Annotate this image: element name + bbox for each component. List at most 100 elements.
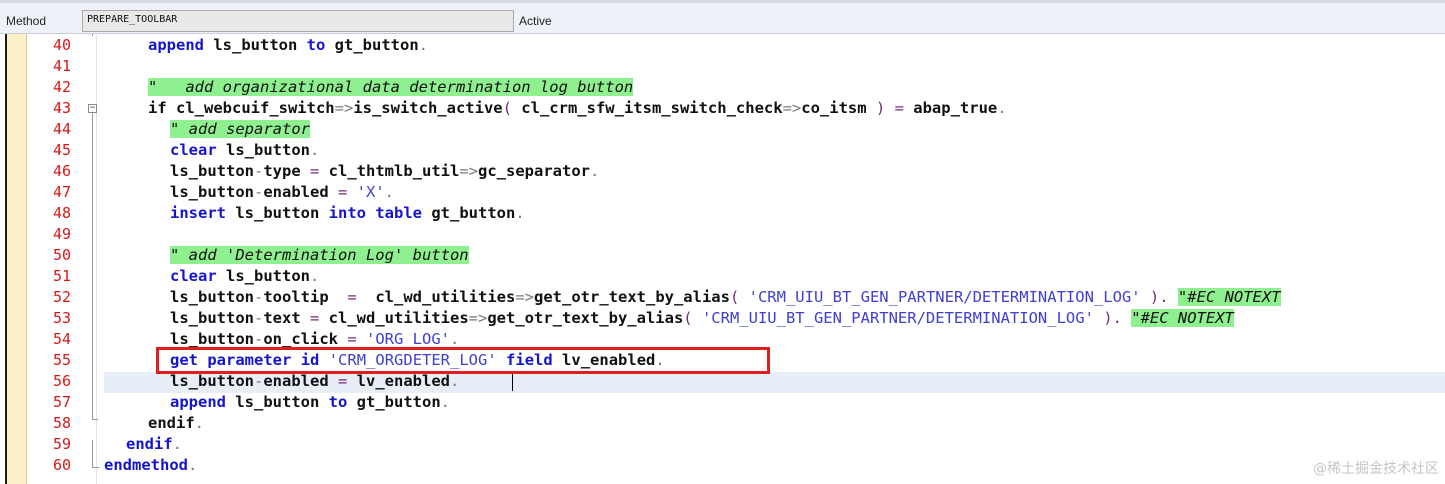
identifier: gt_button bbox=[347, 393, 441, 411]
identifier: on_click bbox=[263, 330, 338, 348]
line-number: 45 bbox=[52, 141, 71, 159]
status-label: Active bbox=[519, 14, 552, 28]
code-line-42: " add organizational data determination … bbox=[148, 77, 634, 98]
code-line-58: endif. bbox=[148, 413, 204, 434]
paren: ). bbox=[1093, 309, 1132, 327]
identifier: tooltip bbox=[263, 288, 329, 306]
string-literal: 'ORG_LOG' bbox=[366, 330, 450, 348]
code-line-43: if cl_webcuif_switch=>is_switch_active( … bbox=[148, 98, 1007, 119]
code-line-53: ls_button-text = cl_wd_utilities=>get_ot… bbox=[170, 308, 1234, 329]
method-header: Method PREPARE_TOOLBAR Active bbox=[0, 0, 1445, 34]
annotation-highlight-box bbox=[156, 347, 770, 374]
comment: " add 'Determination Log' button bbox=[170, 246, 469, 264]
code-line-51: clear ls_button. bbox=[170, 266, 319, 287]
identifier: co_itsm bbox=[801, 99, 876, 117]
punctuation: . bbox=[310, 141, 320, 159]
punctuation: . bbox=[450, 330, 460, 348]
identifier: ls_button bbox=[170, 162, 254, 180]
identifier: ls_button bbox=[216, 141, 310, 159]
identifier: ls_button bbox=[170, 288, 254, 306]
line-number: 52 bbox=[52, 288, 71, 306]
line-number: 60 bbox=[52, 456, 71, 474]
operator: => bbox=[334, 99, 354, 117]
breakpoint-gutter[interactable] bbox=[7, 34, 27, 484]
punctuation: . bbox=[450, 372, 460, 390]
string-literal: 'X' bbox=[356, 183, 385, 201]
identifier: ls_button bbox=[204, 36, 307, 54]
string-literal: 'CRM_UIU_BT_GEN_PARTNER/DETERMINATION_LO… bbox=[701, 309, 1094, 327]
operator: => bbox=[459, 162, 478, 180]
pragma-comment: "#EC NOTEXT bbox=[1131, 309, 1234, 327]
fold-guide-outer bbox=[92, 440, 93, 468]
punctuation: . bbox=[188, 456, 198, 474]
line-number: 55 bbox=[52, 351, 71, 369]
paren: ( bbox=[729, 288, 749, 306]
keyword: table bbox=[375, 204, 422, 222]
line-number: 49 bbox=[52, 225, 71, 243]
method-name-field[interactable]: PREPARE_TOOLBAR bbox=[82, 10, 514, 32]
punctuation: . bbox=[997, 99, 1007, 117]
operator: => bbox=[468, 309, 488, 327]
comment: " add separator bbox=[170, 120, 310, 138]
code-text-area[interactable]: append ls_button to gt_button. " add org… bbox=[96, 34, 1445, 484]
code-line-52: ls_button-tooltip = cl_wd_utilities=>get… bbox=[170, 287, 1281, 308]
paren: ( bbox=[683, 309, 702, 327]
identifier: ls_button bbox=[226, 393, 329, 411]
code-line-60: endmethod. bbox=[104, 455, 197, 476]
fold-column bbox=[74, 34, 97, 484]
operator: = bbox=[300, 309, 329, 327]
line-number: 54 bbox=[52, 330, 71, 348]
identifier: get_otr_text_by_alias bbox=[534, 288, 730, 306]
operator: => bbox=[515, 288, 534, 306]
operator: = bbox=[300, 162, 329, 180]
code-line-50: " add 'Determination Log' button bbox=[170, 245, 469, 266]
identifier: ls_button bbox=[170, 330, 254, 348]
keyword: append bbox=[148, 36, 204, 54]
keyword: endif bbox=[126, 435, 173, 453]
keyword: to bbox=[306, 36, 326, 54]
line-number: 43 bbox=[52, 99, 71, 117]
identifier: ls_button bbox=[170, 183, 254, 201]
line-number: 57 bbox=[52, 393, 71, 411]
operator: = bbox=[328, 372, 357, 390]
identifier: cl_thtmlb_util bbox=[328, 162, 460, 180]
line-number: 56 bbox=[52, 372, 71, 390]
punctuation: . bbox=[384, 183, 395, 201]
identifier: abap_true bbox=[913, 99, 998, 117]
keyword: to bbox=[328, 393, 348, 411]
identifier: cl_wd_utilities bbox=[375, 288, 516, 306]
operator: - bbox=[254, 162, 264, 180]
line-number: 47 bbox=[52, 183, 71, 201]
pragma-comment: "#EC NOTEXT bbox=[1177, 288, 1281, 306]
identifier: gt_button bbox=[325, 36, 419, 54]
identifier: if cl_webcuif_switch bbox=[148, 99, 335, 117]
operator: - bbox=[254, 309, 264, 327]
code-editor[interactable]: 40 41 42 43 44 45 46 47 48 49 50 51 52 5… bbox=[0, 34, 1445, 484]
keyword: into bbox=[328, 204, 366, 222]
identifier: cl_crm_sfw_itsm_switch_check bbox=[511, 99, 783, 117]
identifier: ls_button bbox=[170, 372, 254, 390]
paren: ). bbox=[1140, 288, 1178, 306]
identifier: cl_wd_utilities bbox=[328, 309, 469, 327]
watermark: @稀土掘金技术社区 bbox=[1313, 461, 1439, 477]
punctuation: . bbox=[172, 435, 183, 453]
line-number: 53 bbox=[52, 309, 71, 327]
keyword: clear bbox=[170, 267, 217, 285]
operator: - bbox=[254, 330, 264, 348]
keyword: clear bbox=[170, 141, 217, 159]
identifier: enabled bbox=[263, 372, 329, 390]
identifier: type bbox=[263, 162, 301, 180]
line-number: 42 bbox=[52, 78, 71, 96]
line-number: 44 bbox=[52, 120, 71, 138]
code-line-40: append ls_button to gt_button. bbox=[148, 35, 428, 56]
keyword: insert bbox=[170, 204, 226, 222]
keyword: append bbox=[170, 393, 226, 411]
text-cursor bbox=[512, 374, 513, 391]
code-line-46: ls_button-type = cl_thtmlb_util=>gc_sepa… bbox=[170, 161, 599, 182]
operator: = bbox=[328, 183, 357, 201]
line-number: 58 bbox=[52, 414, 71, 432]
punctuation: . bbox=[589, 162, 600, 180]
string-literal: 'CRM_UIU_BT_GEN_PARTNER/DETERMINATION_LO… bbox=[748, 288, 1141, 306]
identifier: ls_button bbox=[216, 267, 310, 285]
